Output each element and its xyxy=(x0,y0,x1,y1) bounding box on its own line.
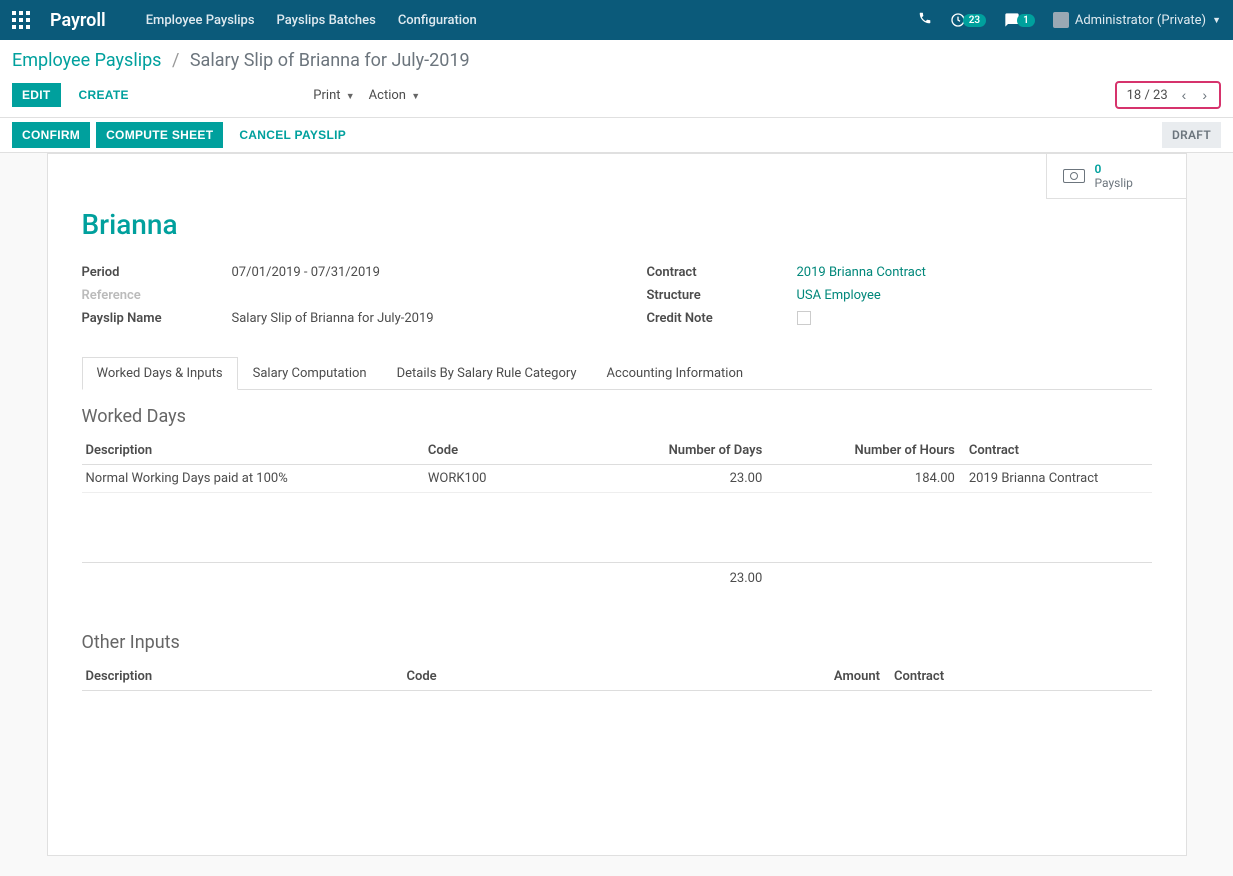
breadcrumb-parent[interactable]: Employee Payslips xyxy=(12,50,161,71)
label-structure: Structure xyxy=(647,288,797,303)
fields-left: Period07/01/2019 - 07/31/2019 Reference … xyxy=(82,261,587,333)
compute-sheet-button[interactable]: COMPUTE SHEET xyxy=(96,122,223,148)
status-bar: CONFIRM COMPUTE SHEET CANCEL PAYSLIP DRA… xyxy=(0,117,1233,153)
label-payslip-name: Payslip Name xyxy=(82,311,232,326)
col-oi-contract: Contract xyxy=(884,663,1152,691)
tab-worked-days-inputs[interactable]: Worked Days & Inputs xyxy=(82,357,238,390)
pager: 18 / 23 ‹ › xyxy=(1115,81,1221,109)
value-period: 07/01/2019 - 07/31/2019 xyxy=(232,265,380,280)
col-days: Number of Days xyxy=(606,437,767,465)
discuss-icon[interactable]: 1 xyxy=(1004,12,1035,28)
brand-title[interactable]: Payroll xyxy=(50,10,106,31)
worked-days-heading: Worked Days xyxy=(82,406,1152,427)
tabs: Worked Days & Inputs Salary Computation … xyxy=(82,357,1152,390)
toolbar-center: Print ▼ Action ▼ xyxy=(313,88,420,103)
avatar-icon xyxy=(1053,12,1069,28)
nav-employee-payslips[interactable]: Employee Payslips xyxy=(146,13,255,28)
cell-code: WORK100 xyxy=(424,465,606,493)
stat-text: 0 Payslip xyxy=(1095,162,1133,190)
col-hours: Number of Hours xyxy=(766,437,959,465)
worked-days-table: Description Code Number of Days Number o… xyxy=(82,437,1152,592)
col-description: Description xyxy=(82,437,424,465)
breadcrumb: Employee Payslips / Salary Slip of Brian… xyxy=(12,50,1221,71)
caret-down-icon: ▼ xyxy=(346,92,355,102)
sheet-background: 0 Payslip Brianna Period07/01/2019 - 07/… xyxy=(0,153,1233,876)
stat-count: 0 xyxy=(1095,162,1133,176)
money-icon xyxy=(1063,169,1085,183)
edit-button[interactable]: EDIT xyxy=(12,83,61,107)
user-menu[interactable]: Administrator (Private) ▼ xyxy=(1053,12,1221,28)
stat-label: Payslip xyxy=(1095,176,1133,190)
state-draft: DRAFT xyxy=(1162,122,1221,148)
table-row[interactable]: Normal Working Days paid at 100% WORK100… xyxy=(82,465,1152,493)
caret-down-icon: ▼ xyxy=(1212,15,1221,26)
activity-badge: 23 xyxy=(963,14,986,27)
action-dropdown[interactable]: Action ▼ xyxy=(369,88,420,103)
cell-hours: 184.00 xyxy=(766,465,959,493)
label-credit-note: Credit Note xyxy=(647,311,797,329)
user-name: Administrator (Private) xyxy=(1075,13,1206,28)
cell-contract: 2019 Brianna Contract xyxy=(959,465,1152,493)
toolbar: EDIT CREATE Print ▼ Action ▼ 18 / 23 ‹ › xyxy=(12,81,1221,109)
col-oi-code: Code xyxy=(403,663,756,691)
cell-days: 23.00 xyxy=(606,465,767,493)
breadcrumb-sep: / xyxy=(172,50,179,71)
pager-text[interactable]: 18 / 23 xyxy=(1123,88,1172,103)
cancel-payslip-button[interactable]: CANCEL PAYSLIP xyxy=(229,122,356,148)
nav-links: Employee Payslips Payslips Batches Confi… xyxy=(146,13,477,28)
activity-icon[interactable]: 23 xyxy=(950,12,986,28)
tab-details-by-category[interactable]: Details By Salary Rule Category xyxy=(382,357,592,390)
label-period: Period xyxy=(82,265,232,280)
create-button[interactable]: CREATE xyxy=(69,83,139,107)
tab-accounting-info[interactable]: Accounting Information xyxy=(592,357,759,390)
apps-icon[interactable] xyxy=(12,11,30,29)
nav-configuration[interactable]: Configuration xyxy=(398,13,477,28)
col-contract: Contract xyxy=(959,437,1152,465)
pager-next-button[interactable]: › xyxy=(1196,85,1213,105)
col-code: Code xyxy=(424,437,606,465)
control-bar: Employee Payslips / Salary Slip of Brian… xyxy=(0,40,1233,109)
discuss-badge: 1 xyxy=(1017,14,1035,27)
status-buttons: CONFIRM COMPUTE SHEET CANCEL PAYSLIP xyxy=(12,122,356,148)
breadcrumb-current: Salary Slip of Brianna for July-2019 xyxy=(190,50,470,71)
print-dropdown[interactable]: Print ▼ xyxy=(313,88,354,103)
field-grid: Period07/01/2019 - 07/31/2019 Reference … xyxy=(82,261,1152,333)
phone-icon[interactable] xyxy=(918,11,932,29)
pager-prev-button[interactable]: ‹ xyxy=(1176,85,1193,105)
main-navbar: Payroll Employee Payslips Payslips Batch… xyxy=(0,0,1233,40)
other-inputs-table: Description Code Amount Contract xyxy=(82,663,1152,691)
caret-down-icon: ▼ xyxy=(411,92,420,102)
value-credit-note xyxy=(797,311,811,329)
checkbox-credit-note[interactable] xyxy=(797,311,811,325)
worked-days-table-wrap: Description Code Number of Days Number o… xyxy=(82,437,1152,592)
col-oi-description: Description xyxy=(82,663,403,691)
label-reference: Reference xyxy=(82,288,232,303)
value-contract[interactable]: 2019 Brianna Contract xyxy=(797,265,926,280)
form-sheet: 0 Payslip Brianna Period07/01/2019 - 07/… xyxy=(47,153,1187,856)
other-inputs-heading: Other Inputs xyxy=(82,632,1152,653)
status-state: DRAFT xyxy=(1162,128,1221,143)
total-days: 23.00 xyxy=(606,563,767,593)
tab-salary-computation[interactable]: Salary Computation xyxy=(238,357,382,390)
label-contract: Contract xyxy=(647,265,797,280)
nav-right: 23 1 Administrator (Private) ▼ xyxy=(918,11,1221,29)
fields-right: Contract2019 Brianna Contract StructureU… xyxy=(647,261,1152,333)
cell-desc: Normal Working Days paid at 100% xyxy=(82,465,424,493)
col-oi-amount: Amount xyxy=(756,663,884,691)
confirm-button[interactable]: CONFIRM xyxy=(12,122,90,148)
record-title: Brianna xyxy=(82,208,1152,241)
value-structure[interactable]: USA Employee xyxy=(797,288,881,303)
payslip-stat-button[interactable]: 0 Payslip xyxy=(1046,154,1186,199)
nav-payslips-batches[interactable]: Payslips Batches xyxy=(277,13,376,28)
value-payslip-name: Salary Slip of Brianna for July-2019 xyxy=(232,311,434,326)
